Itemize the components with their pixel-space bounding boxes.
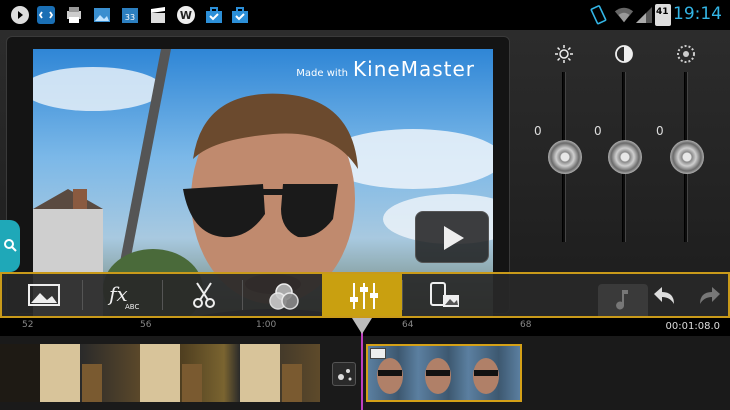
brightness-icon (555, 45, 573, 63)
tool-rotate-media[interactable] (402, 274, 482, 316)
calendar-number: 33 (125, 13, 135, 22)
clip-type-icon (370, 348, 386, 359)
saturation-value: 0 (656, 124, 664, 138)
rotate-media-icon (430, 282, 459, 307)
media-icon (11, 6, 29, 24)
contrast-slider[interactable]: 0 (594, 30, 654, 270)
tool-trim[interactable] (162, 274, 242, 316)
play-icon (444, 226, 464, 250)
calendar-icon: 33 (122, 8, 138, 23)
tool-adjustments[interactable] (322, 274, 402, 316)
sync-icon (37, 6, 55, 24)
clip-thumbnails (0, 344, 302, 402)
battery-icon: 41 (655, 4, 671, 26)
status-bar: 33 W 41 19:14 (0, 0, 730, 30)
contrast-value: 0 (594, 124, 602, 138)
wifi-icon (614, 7, 634, 23)
vibrate-icon (590, 5, 607, 25)
redo-icon[interactable] (696, 284, 724, 312)
side-search-tab[interactable] (0, 220, 20, 272)
edit-toolbar: fx ABC (0, 272, 730, 318)
contrast-icon (615, 45, 633, 63)
color-adjustment-panel: 0 0 0 (512, 30, 730, 270)
fx-sub: ABC (125, 303, 139, 311)
watermark: Made with KineMaster (296, 57, 475, 81)
fx-icon: fx ABC (107, 282, 139, 311)
saturation-slider[interactable]: 0 (656, 30, 716, 270)
slider-knob[interactable] (670, 140, 704, 174)
brightness-slider[interactable]: 0 (534, 30, 594, 270)
ruler-label: 52 (22, 320, 34, 330)
movie-icon (151, 7, 165, 23)
image-icon (28, 284, 60, 306)
ruler-label: 68 (520, 320, 532, 330)
ruler-label: 56 (140, 320, 152, 330)
music-button[interactable] (598, 284, 648, 316)
ruler-label: 64 (402, 320, 414, 330)
tool-color-filter[interactable] (242, 274, 322, 316)
undo-icon[interactable] (650, 284, 678, 312)
gallery-icon (94, 8, 110, 22)
color-filter-icon (269, 283, 299, 310)
playhead-handle[interactable] (352, 318, 372, 334)
battery-level: 41 (656, 7, 669, 17)
brightness-value: 0 (534, 124, 542, 138)
transition-button[interactable] (332, 362, 356, 386)
watermark-brand: KineMaster (353, 57, 475, 81)
slider-knob[interactable] (548, 140, 582, 174)
timecode: 00:01:08.0 (665, 321, 720, 332)
video-track (0, 336, 730, 410)
scissors-icon (193, 282, 215, 308)
tool-image[interactable] (2, 274, 82, 316)
video-clip-selected[interactable] (366, 344, 522, 402)
play-button[interactable] (415, 211, 489, 263)
printer-icon (67, 7, 81, 23)
saturation-icon (677, 45, 695, 63)
ruler-label: 1:00 (256, 320, 277, 330)
slider-knob[interactable] (608, 140, 642, 174)
tool-fx[interactable]: fx ABC (82, 274, 162, 316)
briefcase-icon (206, 7, 222, 23)
search-icon (4, 239, 17, 252)
signal-icon (636, 7, 652, 23)
clip-thumbnails (377, 358, 499, 394)
adjustments-icon (350, 283, 378, 309)
word-letter: W (180, 9, 192, 22)
briefcase-icon (232, 7, 248, 23)
music-note-icon (616, 290, 628, 310)
word-icon: W (177, 6, 195, 24)
watermark-prefix: Made with (296, 68, 348, 79)
video-clip[interactable] (0, 344, 320, 402)
transition-icon (338, 369, 352, 381)
clock: 19:14 (673, 4, 722, 24)
